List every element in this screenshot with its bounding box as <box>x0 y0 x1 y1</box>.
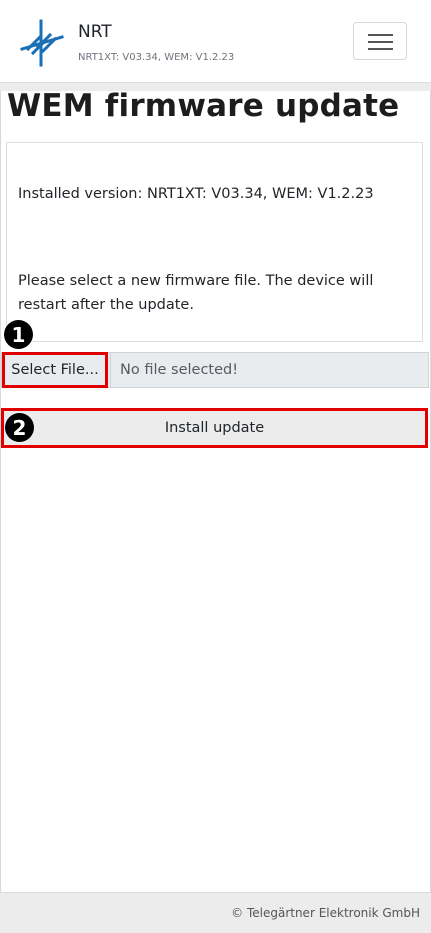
browser-frame <box>0 0 431 933</box>
install-update-button[interactable]: Install update <box>1 408 428 448</box>
installed-version-text: Installed version: NRT1XT: V03.34, WEM: … <box>18 186 374 202</box>
step-marker-1: 1 <box>4 320 33 349</box>
copyright-text: © Telegärtner Elektronik GmbH <box>231 906 420 920</box>
hamburger-icon-bar <box>368 41 393 43</box>
navbar: NRT NRT1XT: V03.34, WEM: V1.2.23 <box>0 0 431 83</box>
footer: © Telegärtner Elektronik GmbH <box>0 892 431 933</box>
page-title: WEM firmware update <box>7 88 400 124</box>
brand-name: NRT <box>78 22 112 42</box>
file-status-text[interactable]: No file selected! <box>110 353 428 387</box>
nrt-logo-icon[interactable] <box>20 19 64 67</box>
info-card: Installed version: NRT1XT: V03.34, WEM: … <box>6 142 423 342</box>
menu-toggle-button[interactable] <box>353 22 407 60</box>
select-file-button[interactable]: Select File... <box>2 352 108 388</box>
file-picker: Select File... No file selected! <box>1 352 429 388</box>
instructions-text: Please select a new firmware file. The d… <box>18 273 374 313</box>
hamburger-icon <box>368 34 393 36</box>
brand-version: NRT1XT: V03.34, WEM: V1.2.23 <box>78 52 235 63</box>
step-marker-2: 2 <box>5 413 34 442</box>
hamburger-icon-bar <box>368 48 393 50</box>
